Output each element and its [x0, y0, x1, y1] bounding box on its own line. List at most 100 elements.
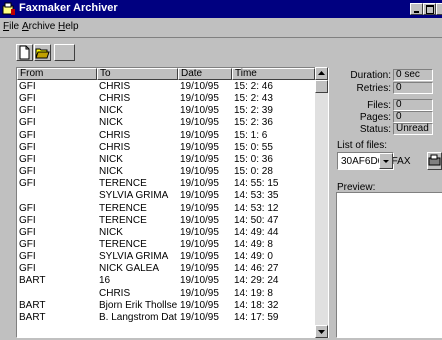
minimize-button[interactable]	[410, 3, 423, 15]
column-header-to[interactable]: To	[97, 68, 178, 80]
cell-from: GFI	[19, 202, 36, 214]
table-row[interactable]: GFI NICK 19/10/95 14: 49: 44	[17, 227, 315, 238]
cell-from: GFI	[19, 105, 36, 117]
table-row[interactable]: GFI TERENCE 19/10/95 14: 53: 12	[17, 203, 315, 214]
cell-date: 19/10/95	[180, 153, 219, 165]
window-title: Faxmaker Archiver	[19, 2, 118, 14]
cell-time: 14: 46: 27	[234, 263, 279, 275]
cell-date: 19/10/95	[180, 263, 219, 275]
close-button[interactable]	[436, 3, 442, 15]
files-label: Files:	[367, 100, 391, 111]
cell-date: 19/10/95	[180, 141, 219, 153]
table-row[interactable]: GFI NICK GALEA 19/10/95 14: 46: 27	[17, 263, 315, 274]
status-field: Unread	[393, 123, 433, 135]
cell-to: NICK	[99, 226, 123, 238]
title-bar: Faxmaker Archiver	[0, 0, 442, 18]
cell-from: GFI	[19, 238, 36, 250]
cell-from: GFI	[19, 141, 36, 153]
table-row[interactable]: BART 16 19/10/95 14: 29: 24	[17, 275, 315, 286]
table-row[interactable]: GFI SYLVIA GRIMA 19/10/95 14: 49: 0	[17, 251, 315, 262]
arrow-down-icon	[318, 330, 325, 334]
table-row[interactable]: GFI TERENCE 19/10/95 14: 55: 15	[17, 178, 315, 189]
column-header-date[interactable]: Date	[178, 68, 232, 80]
column-header-from[interactable]: From	[17, 68, 97, 80]
cell-date: 19/10/95	[180, 238, 219, 250]
cell-time: 15: 2: 46	[234, 81, 273, 92]
cell-to: CHRIS	[99, 141, 131, 153]
open-folder-icon	[35, 48, 50, 59]
cell-to: TERENCE	[99, 238, 147, 250]
column-header-time[interactable]: Time	[232, 68, 315, 80]
cell-time: 14: 49: 0	[234, 251, 273, 263]
preview-pane	[336, 192, 442, 338]
arrow-up-icon	[318, 71, 325, 75]
cell-from	[19, 190, 95, 201]
cell-date: 19/10/95	[180, 81, 219, 92]
cell-to: NICK	[99, 166, 123, 178]
menu-help[interactable]: Help	[58, 21, 79, 32]
cell-from: BART	[19, 311, 46, 323]
cell-from: GFI	[19, 166, 36, 178]
menu-bar: File Archive Help	[0, 18, 442, 35]
cell-time: 15: 2: 43	[234, 93, 273, 105]
table-row[interactable]: GFI CHRIS 19/10/95 15: 0: 55	[17, 142, 315, 153]
duration-label: Duration:	[350, 70, 391, 81]
cell-time: 15: 0: 36	[234, 153, 273, 165]
new-button[interactable]	[16, 44, 33, 61]
cell-from: GFI	[19, 117, 36, 129]
menu-archive[interactable]: Archive	[22, 21, 55, 32]
pages-field: 0	[393, 111, 433, 123]
cell-date: 19/10/95	[180, 129, 219, 141]
cell-time: 14: 50: 47	[234, 214, 279, 226]
cell-from: GFI	[19, 153, 36, 165]
open-button[interactable]	[34, 44, 51, 61]
toolbar	[0, 37, 442, 66]
view-fax-button[interactable]	[427, 152, 442, 170]
table-row[interactable]: BART Bjorn Erik Thollsen 19/10/95 14: 18: 3…	[17, 300, 315, 311]
menu-file[interactable]: File	[3, 21, 19, 32]
files-field: 0	[393, 99, 433, 111]
file-select[interactable]: 30AF6D62.FAX	[337, 152, 410, 170]
cell-date: 19/10/95	[180, 166, 219, 178]
cell-time: 14: 29: 24	[234, 275, 279, 287]
cell-date: 19/10/95	[180, 93, 219, 105]
cell-to: NICK	[99, 117, 123, 129]
new-document-icon	[19, 45, 30, 60]
cell-to: CHRIS	[99, 129, 131, 141]
scroll-down-button[interactable]	[315, 325, 328, 338]
vertical-scrollbar[interactable]	[315, 67, 328, 338]
cell-date: 19/10/95	[180, 190, 219, 202]
cell-time: 14: 53: 35	[234, 190, 279, 202]
table-row[interactable]: BART B. Langstrom Data 19/10/95 14: 17: 59	[17, 312, 315, 323]
table-row[interactable]: GFI TERENCE 19/10/95 14: 49: 8	[17, 239, 315, 250]
cell-date: 19/10/95	[180, 311, 219, 323]
file-select-value: 30AF6D62.FAX	[341, 156, 411, 167]
cell-to: 16	[99, 275, 111, 287]
fax-list[interactable]: From To Date Time GFI CHRIS 19/10/95 15: 2:…	[16, 67, 329, 338]
maximize-button[interactable]	[423, 3, 436, 15]
cell-time: 14: 49: 44	[234, 226, 279, 238]
cell-from: BART	[19, 299, 46, 311]
table-row[interactable]: GFI TERENCE 19/10/95 14: 50: 47	[17, 215, 315, 226]
table-row[interactable]: GFI NICK 19/10/95 15: 2: 36	[17, 117, 315, 128]
cell-time: 14: 18: 32	[234, 299, 279, 311]
file-select-dropdown-button[interactable]	[379, 153, 393, 169]
table-row[interactable]: GFI CHRIS 19/10/95 15: 1: 6	[17, 130, 315, 141]
table-row[interactable]: SYLVIA GRIMA 19/10/95 14: 53: 35	[17, 190, 315, 201]
cell-time: 14: 19: 8	[234, 287, 273, 299]
table-row[interactable]: GFI CHRIS 19/10/95 15: 2: 46	[17, 81, 315, 92]
cell-from: GFI	[19, 93, 36, 105]
table-row[interactable]: GFI CHRIS 19/10/95 15: 2: 43	[17, 93, 315, 104]
cell-date: 19/10/95	[180, 202, 219, 214]
scroll-thumb[interactable]	[315, 80, 328, 93]
cell-time: 15: 1: 6	[234, 129, 268, 141]
scroll-up-button[interactable]	[315, 67, 328, 80]
table-row[interactable]: GFI NICK 19/10/95 15: 2: 39	[17, 105, 315, 116]
cell-from	[19, 288, 95, 299]
cell-to: SYLVIA GRIMA	[99, 190, 169, 202]
table-row[interactable]: GFI NICK 19/10/95 15: 0: 36	[17, 154, 315, 165]
cell-time: 15: 0: 55	[234, 141, 273, 153]
duration-field: 0 sec	[393, 69, 433, 81]
table-row[interactable]: GFI NICK 19/10/95 15: 0: 28	[17, 166, 315, 177]
table-row[interactable]: CHRIS 19/10/95 14: 19: 8	[17, 288, 315, 299]
